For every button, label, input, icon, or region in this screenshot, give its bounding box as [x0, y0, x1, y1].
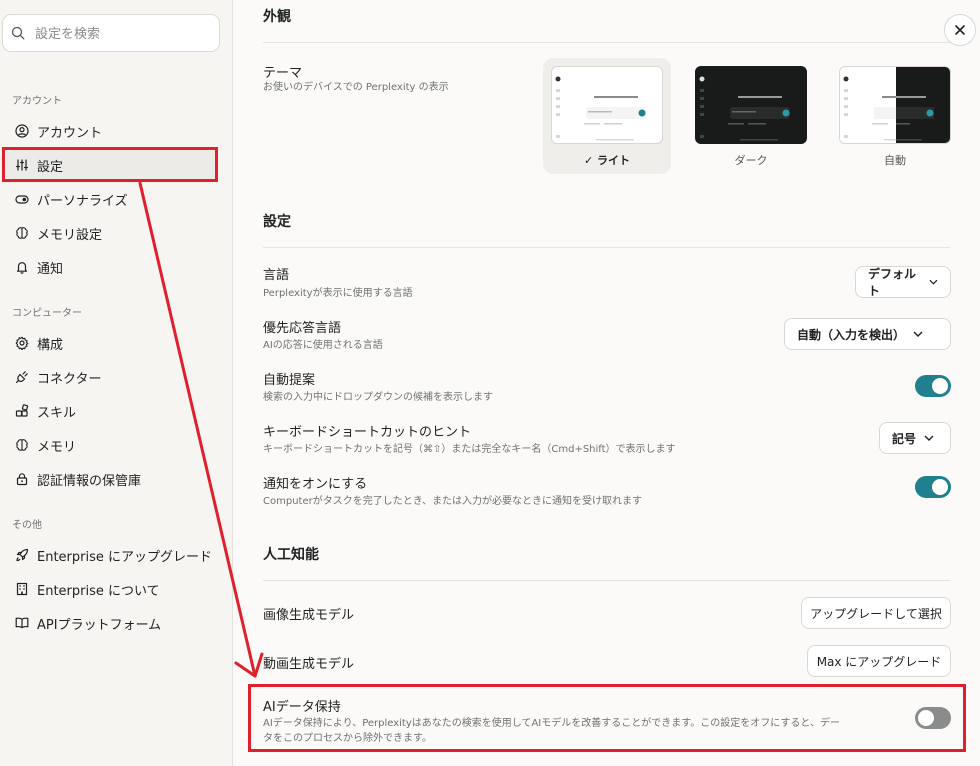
theme-option-auto-label: 自動 [884, 154, 906, 167]
response-language-label: 優先応答言語 [263, 321, 342, 336]
sidebar-item-label: メモリ設定 [37, 227, 103, 243]
brain-icon [15, 438, 29, 452]
theme-option-light[interactable]: ✓ ライト [543, 58, 671, 174]
language-dropdown[interactable]: デフォルト [855, 266, 951, 298]
response-language-description: AIの応答に使用される言語 [263, 340, 383, 351]
theme-option-light-label: ✓ ライト [583, 154, 631, 167]
sidebar-item-personalize[interactable]: パーソナライズ [6, 184, 218, 214]
sidebar-item-upgrade-enterprise[interactable]: Enterprise にアップグレード [6, 540, 218, 570]
section-title-ai: 人工知能 [263, 547, 319, 563]
sidebar-section-computer: コンピューター [12, 308, 82, 319]
divider [263, 580, 950, 581]
theme-description: お使いのデバイスでの Perplexity の表示 [263, 82, 449, 93]
section-title-settings: 設定 [263, 214, 291, 230]
sidebar-item-about-enterprise[interactable]: Enterprise について [6, 574, 218, 604]
annotation-highlight-preferences [2, 147, 218, 182]
sidebar-item-credential-vault[interactable]: 認証情報の保管庫 [6, 464, 218, 494]
upgrade-max-button[interactable]: Max にアップグレード [807, 645, 951, 677]
shortcut-hints-label: キーボードショートカットのヒント [263, 425, 472, 440]
shortcut-hints-dropdown[interactable]: 記号 [879, 422, 951, 454]
theme-label: テーマ [263, 66, 303, 81]
sidebar-item-label: APIプラットフォーム [37, 617, 162, 633]
settings-main-panel: 外観 テーマ お使いのデバイスでの Perplexity の表示 ✓ ライト ダ… [233, 0, 980, 766]
bell-icon [15, 260, 29, 274]
book-icon [15, 616, 29, 630]
sidebar-item-memory[interactable]: メモリ [6, 430, 218, 460]
sidebar-item-account[interactable]: アカウント [6, 116, 218, 146]
sidebar-item-label: コネクター [37, 371, 102, 387]
settings-search-input[interactable] [33, 23, 217, 45]
divider [263, 42, 950, 43]
sidebar-item-label: パーソナライズ [37, 193, 128, 209]
theme-option-dark[interactable]: ダーク [687, 58, 815, 174]
gear-icon [15, 336, 29, 350]
sidebar-item-configuration[interactable]: 構成 [6, 328, 218, 358]
response-language-dropdown-value: 自動（入力を検出） [797, 327, 906, 342]
theme-option-dark-label: ダーク [734, 154, 768, 167]
notifications-toggle[interactable] [915, 476, 951, 498]
sidebar-section-account: アカウント [12, 96, 62, 107]
sidebar-item-label: スキル [37, 405, 77, 421]
lock-icon [15, 472, 29, 486]
language-dropdown-value: デフォルト [868, 267, 917, 298]
sidebar-item-notifications[interactable]: 通知 [6, 252, 218, 282]
sidebar-item-memory-settings[interactable]: メモリ設定 [6, 218, 218, 248]
annotation-highlight-ai-data-retention [248, 684, 966, 752]
upgrade-select-button[interactable]: アップグレードして選択 [801, 597, 951, 629]
language-label: 言語 [263, 268, 290, 283]
toggle-icon [15, 192, 29, 206]
sidebar-item-connectors[interactable]: コネクター [6, 362, 218, 392]
theme-option-auto[interactable]: 自動 [831, 58, 959, 174]
rocket-icon [15, 548, 29, 562]
notifications-toggle-label: 通知をオンにする [263, 477, 368, 492]
response-language-dropdown[interactable]: 自動（入力を検出） [784, 318, 951, 350]
chevron-down-icon [913, 331, 923, 337]
auto-suggest-label: 自動提案 [263, 373, 316, 388]
theme-preview-dark [695, 66, 807, 144]
notifications-toggle-description: Computerがタスクを完了したとき、または入力が必要なときに通知を受け取れま… [263, 496, 643, 507]
shortcut-hints-description: キーボードショートカットを記号（⌘⇧）または完全なキー名（Cmd+Shift）で… [263, 444, 676, 455]
sidebar-item-label: メモリ [37, 439, 77, 455]
video-model-label: 動画生成モデル [263, 657, 355, 672]
check-icon: ✓ [583, 154, 598, 167]
sidebar-item-skills[interactable]: スキル [6, 396, 218, 426]
divider [263, 247, 950, 248]
image-model-label: 画像生成モデル [263, 608, 355, 623]
theme-preview-auto [839, 66, 951, 144]
sidebar-item-label: Enterprise にアップグレード [37, 549, 213, 565]
sidebar-item-api-platform[interactable]: APIプラットフォーム [6, 608, 218, 638]
theme-preview-light [551, 66, 663, 144]
close-icon [955, 25, 965, 35]
sidebar-item-label: アカウント [37, 125, 103, 141]
toggle-knob [932, 378, 948, 394]
search-icon [11, 26, 25, 40]
blocks-icon [15, 404, 29, 418]
sidebar-item-label: 通知 [37, 261, 64, 277]
language-description: Perplexityが表示に使用する言語 [263, 288, 413, 299]
settings-sidebar: アカウント アカウント 設定 パーソナライズ メモリ設定 通知 コンピューター [0, 0, 233, 766]
chevron-down-icon [929, 279, 938, 285]
plug-icon [15, 370, 29, 384]
sidebar-item-label: 認証情報の保管庫 [37, 473, 142, 489]
brain-icon [15, 226, 29, 240]
shortcut-hints-dropdown-value: 記号 [892, 431, 917, 446]
sidebar-section-other: その他 [12, 520, 42, 531]
user-circle-icon [15, 124, 29, 138]
auto-suggest-toggle[interactable] [915, 375, 951, 397]
building-icon [15, 582, 29, 596]
chevron-down-icon [924, 435, 934, 441]
sidebar-item-label: 構成 [37, 337, 64, 353]
auto-suggest-description: 検索の入力中にドロップダウンの候補を表示します [263, 392, 493, 403]
sidebar-item-label: Enterprise について [37, 583, 160, 599]
section-title-appearance: 外観 [263, 9, 291, 25]
settings-search-box[interactable] [2, 14, 220, 52]
toggle-knob [932, 479, 948, 495]
